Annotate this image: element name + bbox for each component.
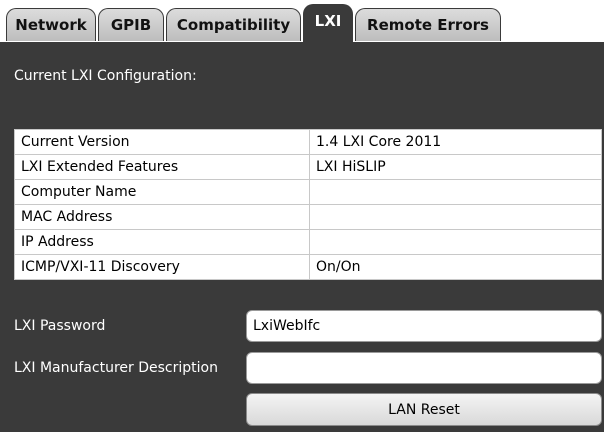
tab-compatibility[interactable]: Compatibility	[166, 8, 301, 41]
table-row: Computer Name	[14, 179, 602, 205]
lxi-password-label: LXI Password	[14, 318, 106, 334]
tab-gpib-label: GPIB	[110, 16, 152, 34]
row-key: Current Version	[14, 129, 310, 155]
row-key: Computer Name	[14, 179, 310, 205]
manufacturer-description-label: LXI Manufacturer Description	[14, 360, 218, 376]
section-title: Current LXI Configuration:	[14, 68, 197, 84]
row-value	[309, 204, 602, 230]
table-row: MAC Address	[14, 204, 602, 230]
tab-network[interactable]: Network	[6, 8, 96, 41]
tab-remote-errors[interactable]: Remote Errors	[355, 8, 501, 41]
row-value	[309, 179, 602, 205]
row-key: MAC Address	[14, 204, 310, 230]
manufacturer-description-input[interactable]	[246, 352, 602, 384]
row-value: 1.4 LXI Core 2011	[309, 129, 602, 155]
table-row: IP Address	[14, 229, 602, 255]
tab-lxi[interactable]: LXI	[303, 4, 353, 44]
lxi-password-input[interactable]	[246, 310, 602, 342]
row-value: LXI HiSLIP	[309, 154, 602, 180]
tab-compatibility-label: Compatibility	[176, 16, 291, 34]
tab-network-label: Network	[15, 16, 87, 34]
table-row: LXI Extended Features LXI HiSLIP	[14, 154, 602, 180]
table-row: Current Version 1.4 LXI Core 2011	[14, 129, 602, 155]
row-key: LXI Extended Features	[14, 154, 310, 180]
tab-remote-errors-label: Remote Errors	[367, 16, 489, 34]
tab-gpib[interactable]: GPIB	[98, 8, 164, 41]
tab-strip: Network GPIB Compatibility LXI Remote Er…	[0, 0, 604, 44]
lan-reset-label: LAN Reset	[388, 401, 460, 418]
row-key: ICMP/VXI-11 Discovery	[14, 254, 310, 280]
row-key: IP Address	[14, 229, 310, 255]
lan-reset-button[interactable]: LAN Reset	[246, 393, 602, 426]
row-value: On/On	[309, 254, 602, 280]
lxi-config-table: Current Version 1.4 LXI Core 2011 LXI Ex…	[14, 129, 602, 280]
tab-lxi-label: LXI	[314, 12, 342, 30]
row-value	[309, 229, 602, 255]
table-row: ICMP/VXI-11 Discovery On/On	[14, 254, 602, 280]
lxi-panel: Current LXI Configuration: Current Versi…	[0, 42, 604, 432]
